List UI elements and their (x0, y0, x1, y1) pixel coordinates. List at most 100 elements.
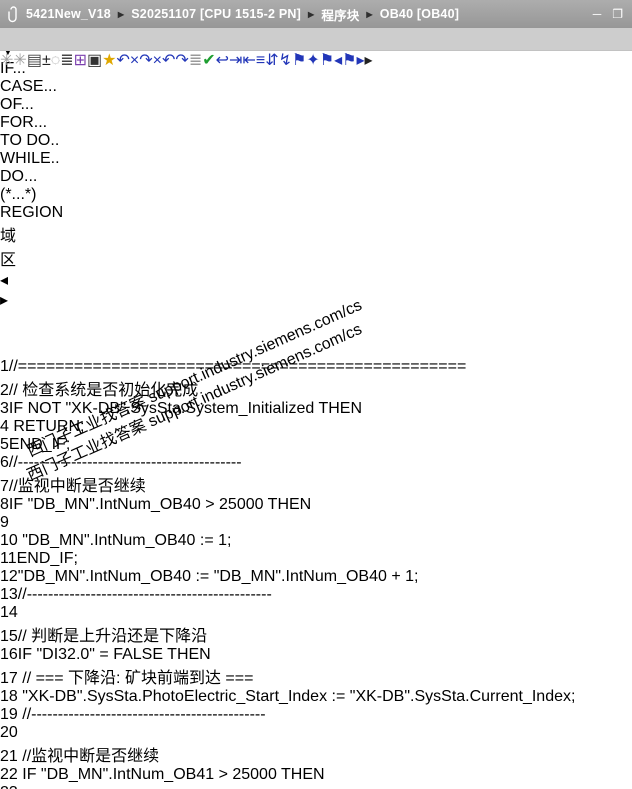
code-line[interactable]: 12"DB_MN".IntNum_OB40 := "DB_MN".IntNum_… (0, 568, 632, 586)
line-number: 23 (0, 784, 18, 789)
line-number: 3 (0, 400, 9, 417)
fbd-view-icon[interactable]: ⊞ (74, 52, 87, 69)
insert-empty-network-icon[interactable]: ✳ (13, 52, 26, 69)
line-number: 2 (0, 382, 9, 399)
splitter-collapse-handle[interactable]: ◂ (0, 270, 632, 290)
undo-indent-icon[interactable]: ↩ (216, 52, 229, 69)
snippet-tab-label: CASE... (0, 78, 57, 95)
toolbar-overflow-icon[interactable]: ▸ (365, 52, 373, 69)
absolute-operands-icon[interactable]: ⇵ (265, 52, 278, 69)
code-text: //监视中断是否继续 (17, 748, 160, 765)
breadcrumb-item[interactable]: 程序块 (321, 5, 359, 24)
snippet-tab-label: FOR... (0, 114, 48, 131)
code-text: // === 下降沿: 矿块前端到达 === (17, 670, 254, 687)
insert-network-icon[interactable]: ✳ (0, 52, 13, 69)
snippet-tab-label: (*...*) (0, 186, 37, 203)
code-line[interactable]: 10 "DB_MN".IntNum_OB40 := 1; (0, 532, 632, 550)
code-line[interactable]: 16IF "DI32.0" = FALSE THEN (0, 646, 632, 664)
line-number: 7 (0, 478, 9, 495)
splitter-expand-handle[interactable]: ▸ (0, 290, 632, 310)
previous-bookmark-icon[interactable]: ⚑◂ (320, 52, 342, 69)
breadcrumb-item[interactable]: S20251107 [CPU 1515-2 PN] (131, 7, 301, 21)
line-number: 9 (0, 514, 9, 531)
snippet-tab-label: DO... (0, 168, 38, 185)
network-comments-icon[interactable]: ≣ (60, 52, 73, 69)
next-bookmark-icon[interactable]: ⚑▸ (342, 52, 364, 69)
code-text: "XK-DB".SysSta.PhotoElectric_Start_Index… (22, 688, 576, 705)
right-badge-icon: ▸ (356, 52, 365, 69)
code-line[interactable]: 13//------------------------------------… (0, 586, 632, 604)
code-line[interactable]: 18 "XK-DB".SysSta.PhotoElectric_Start_In… (0, 688, 632, 706)
code-line[interactable]: 7//监视中断是否继续 (0, 472, 632, 496)
scl-code-editor[interactable]: 西门子工业找答案 support.industry.siemens.com/cs… (0, 297, 632, 789)
line-number: 18 (0, 688, 18, 705)
indent-icon[interactable]: ⇥ (229, 52, 242, 69)
line-number: 8 (0, 496, 9, 513)
snippet-tab-label: WHILE.. (0, 150, 60, 167)
code-line[interactable]: 9 (0, 514, 632, 532)
watermark-layer: 西门子工业找答案 support.industry.siemens.com/cs… (0, 297, 632, 485)
code-text: "DB_MN".IntNum_OB40 := "DB_MN".IntNum_OB… (17, 568, 419, 585)
code-line[interactable]: 14 (0, 604, 632, 622)
breadcrumb-item[interactable]: OB40 [OB40] (380, 7, 459, 21)
code-line[interactable]: 11END_IF; (0, 550, 632, 568)
line-number: 12 (0, 568, 18, 585)
line-number: 15 (0, 628, 18, 645)
snippet-tab-label: TO DO.. (0, 132, 60, 149)
code-line[interactable]: 1//=====================================… (0, 358, 632, 376)
outdent-icon[interactable]: ⇤ (242, 52, 255, 69)
previous-error-icon[interactable]: ↶× (117, 52, 140, 69)
title-bar: 5421New_V18 ▶ S20251107 [CPU 1515-2 PN] ▶ 程序… (0, 0, 632, 29)
snippet-tab-case-of[interactable]: CASE... OF... (0, 78, 632, 114)
comment-out-icon[interactable]: ↯ (279, 52, 292, 69)
window-buttons: ─ ❐ (593, 8, 623, 20)
symbolic-representation-icon[interactable]: ★ (102, 52, 116, 69)
restore-button[interactable]: ❐ (612, 8, 623, 20)
line-number: 22 (0, 766, 18, 783)
set-bookmark-icon[interactable]: ⚑✦ (292, 52, 320, 69)
tia-portal-editor-window: 5421New_V18 ▶ S20251107 [CPU 1515-2 PN] ▶ 程序… (0, 0, 632, 789)
snippet-tab-label: OF... (0, 96, 34, 113)
go-to-previous-point-icon[interactable]: ↶ (162, 52, 175, 69)
snippet-tab-comment-block[interactable]: (*...*) (0, 186, 632, 204)
auto-format-icon[interactable]: ≡ (256, 52, 265, 69)
snippet-tab-for-to-do[interactable]: FOR... TO DO.. (0, 114, 632, 150)
code-text: IF "DI32.0" = FALSE THEN (17, 646, 211, 663)
code-line[interactable]: 23 (0, 784, 632, 789)
line-number: 16 (0, 646, 18, 663)
compile-icon[interactable]: ✔ (202, 52, 215, 69)
star-badge-icon: ✦ (306, 52, 320, 69)
line-number: 13 (0, 586, 18, 603)
go-to-next-point-icon[interactable]: ↷ (175, 52, 188, 69)
left-badge-icon: ◂ (334, 52, 343, 69)
code-line[interactable]: 8IF "DB_MN".IntNum_OB40 > 25000 THEN (0, 496, 632, 514)
breadcrumb-arrow-icon: ▶ (307, 9, 315, 19)
snippet-tab-strip: IF... CASE... OF... FOR... TO DO.. WHILE.. DO.… (0, 60, 632, 222)
code-line[interactable]: 22 IF "DB_MN".IntNum_OB41 > 25000 THEN (0, 766, 632, 784)
paperclip-icon[interactable] (7, 5, 20, 23)
minimize-button[interactable]: ─ (593, 8, 602, 20)
code-text: "DB_MN".IntNum_OB40 := 1; (22, 532, 232, 549)
update-block-calls-icon[interactable]: ≣ (189, 52, 202, 69)
close-all-networks-icon[interactable]: ± (42, 52, 51, 69)
line-number: 19 (0, 706, 18, 723)
next-error-icon[interactable]: ↷× (139, 52, 162, 69)
line-number: 17 (0, 670, 18, 687)
error-badge-icon: × (129, 52, 140, 69)
code-text: //--------------------------------------… (17, 706, 266, 723)
code-line[interactable]: 21 //监视中断是否继续 (0, 742, 632, 766)
code-line[interactable]: 17 // === 下降沿: 矿块前端到达 === (0, 664, 632, 688)
code-line[interactable]: 20 (0, 724, 632, 742)
code-line[interactable]: 19 //-----------------------------------… (0, 706, 632, 724)
snapshot-icon[interactable]: ▣ (87, 52, 102, 69)
snippet-tab-while-do[interactable]: WHILE.. DO... (0, 150, 632, 186)
open-all-networks-icon[interactable]: ▤ (27, 52, 42, 69)
code-line[interactable]: 2// 检查系统是否初始化完成 (0, 376, 632, 400)
line-number: 1 (0, 358, 9, 375)
editor-toolbar: ✳✳▤±◌≣⊞▣★↶×↷×↶↷≣✔↩⇥⇤≡⇵↯⚑✦⚑◂⚑▸▸ (0, 50, 632, 77)
breadcrumb-item[interactable]: 5421New_V18 (26, 7, 111, 21)
error-badge-icon: × (152, 52, 163, 69)
code-text: // 判断是上升沿还是下降沿 (17, 628, 208, 645)
code-line[interactable]: 15// 判断是上升沿还是下降沿 (0, 622, 632, 646)
keep-layout-icon[interactable]: ◌ (51, 52, 61, 69)
